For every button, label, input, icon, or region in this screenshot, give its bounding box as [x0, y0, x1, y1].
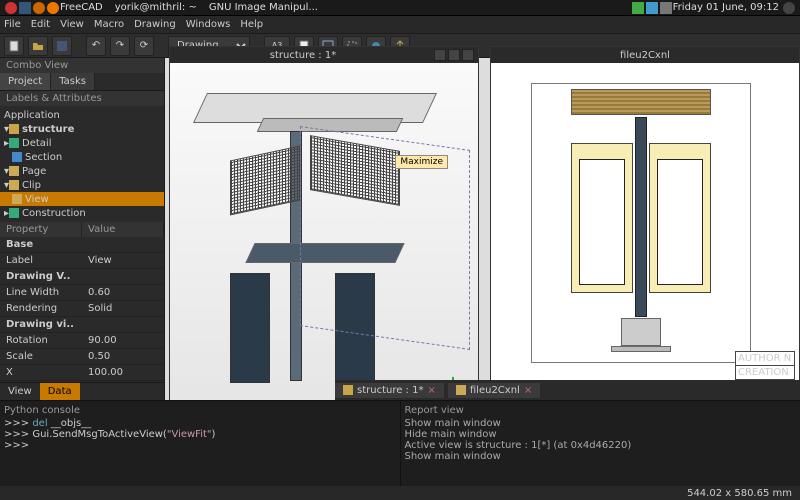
- section-icon: [12, 152, 22, 162]
- undo-icon[interactable]: ↶: [86, 36, 106, 56]
- menu-help[interactable]: Help: [240, 19, 263, 30]
- tree-item[interactable]: ▾ Page: [0, 164, 164, 178]
- tab-tasks[interactable]: Tasks: [51, 73, 95, 90]
- prop-key: Rendering: [0, 301, 82, 316]
- doc-tab[interactable]: structure : 1*×: [335, 383, 444, 398]
- menubar: File Edit View Macro Drawing Windows Hel…: [0, 16, 800, 34]
- panel-title: Report view: [405, 403, 797, 418]
- prop-key: Scale: [0, 349, 82, 364]
- system-panel: FreeCAD yorik@mithril: ~ GNU Image Manip…: [0, 0, 800, 16]
- prop-key: Rotation: [0, 333, 82, 348]
- tree-header: Labels & Attributes: [0, 91, 164, 106]
- browser-icon[interactable]: [33, 2, 45, 14]
- redo-icon[interactable]: ↷: [110, 36, 130, 56]
- menu-drawing[interactable]: Drawing: [134, 19, 176, 30]
- view-icon: [12, 194, 22, 204]
- tab-project[interactable]: Project: [0, 73, 51, 90]
- doc-icon: [343, 385, 353, 395]
- statusbar: 544.02 x 580.65 mm: [0, 486, 800, 500]
- open-icon[interactable]: [28, 36, 48, 56]
- col-property: Property: [0, 222, 82, 237]
- 3d-viewport[interactable]: Maximize: [170, 63, 478, 413]
- menu-macro[interactable]: Macro: [94, 19, 124, 30]
- prop-value[interactable]: 100.00: [82, 365, 164, 380]
- panel-title: Python console: [4, 403, 396, 418]
- tree-item[interactable]: Section: [0, 150, 164, 164]
- tree-item-selected[interactable]: View: [0, 192, 164, 206]
- distro-icon[interactable]: [5, 2, 17, 14]
- tree-root[interactable]: Application: [0, 108, 164, 122]
- doc-icon: [9, 124, 19, 134]
- log-line: Active view is structure : 1[*] (at 0x4d…: [405, 440, 797, 451]
- prop-group: Drawing vi..: [0, 317, 82, 332]
- menu-file[interactable]: File: [4, 19, 21, 30]
- taskbar-app[interactable]: GNU Image Manipul...: [209, 2, 318, 13]
- clip-icon: [9, 180, 19, 190]
- minimize-button[interactable]: [434, 49, 446, 61]
- combo-view-panel: Combo View Project Tasks Labels & Attrib…: [0, 58, 165, 400]
- group-icon: [9, 138, 19, 148]
- refresh-icon[interactable]: ⟳: [134, 36, 154, 56]
- prop-group: Drawing V..: [0, 269, 82, 284]
- close-button[interactable]: [462, 49, 474, 61]
- window-titlebar[interactable]: structure : 1*: [170, 47, 478, 63]
- panel-title: Combo View: [0, 58, 164, 73]
- tab-view[interactable]: View: [0, 383, 40, 400]
- taskbar-app[interactable]: FreeCAD: [60, 2, 103, 13]
- menu-view[interactable]: View: [60, 19, 84, 30]
- prop-value[interactable]: 90.00: [82, 333, 164, 348]
- tree-item[interactable]: ▾ Clip: [0, 178, 164, 192]
- clock[interactable]: Friday 01 June, 09:12: [673, 2, 779, 13]
- log-line: Show main window: [405, 451, 797, 462]
- tree-item[interactable]: ▸ Detail: [0, 136, 164, 150]
- prop-value[interactable]: View: [82, 253, 164, 268]
- status-dimensions: 544.02 x 580.65 mm: [687, 488, 792, 499]
- menu-edit[interactable]: Edit: [31, 19, 50, 30]
- tray-icon[interactable]: [632, 2, 644, 14]
- blender-icon[interactable]: [47, 2, 59, 14]
- prop-group: Base: [0, 237, 82, 252]
- prop-key: Line Width: [0, 285, 82, 300]
- close-icon[interactable]: ×: [524, 385, 532, 396]
- tree-item[interactable]: ▸ Construction: [0, 206, 164, 220]
- prop-value[interactable]: Solid: [82, 301, 164, 316]
- new-icon[interactable]: [4, 36, 24, 56]
- menu-windows[interactable]: Windows: [186, 19, 231, 30]
- log-line: Show main window: [405, 418, 797, 429]
- log-line: Hide main window: [405, 429, 797, 440]
- group-icon: [9, 208, 19, 218]
- save-icon[interactable]: [52, 36, 72, 56]
- report-view[interactable]: Report view Show main window Hide main w…: [401, 401, 800, 486]
- power-icon[interactable]: [783, 2, 795, 14]
- prop-key: Label: [0, 253, 82, 268]
- document-tabs: structure : 1*× fileu2Cxnl×: [335, 380, 800, 400]
- python-console[interactable]: Python console >>> del __objs__ >>> Gui.…: [0, 401, 401, 486]
- mdi-area: structure : 1* Maximize: [165, 58, 800, 400]
- tooltip: Maximize: [395, 155, 448, 169]
- page-icon: [9, 166, 19, 176]
- col-value: Value: [82, 222, 164, 237]
- prop-value[interactable]: 0.50: [82, 349, 164, 364]
- model-tree[interactable]: Application ▾ structure ▸ Detail Section…: [0, 106, 164, 222]
- tab-data[interactable]: Data: [40, 383, 80, 400]
- window-3d[interactable]: structure : 1* Maximize: [169, 46, 479, 414]
- tree-doc[interactable]: ▾ structure: [0, 122, 164, 136]
- prop-key: X: [0, 365, 82, 380]
- prop-value[interactable]: 0.60: [82, 285, 164, 300]
- tray-icon[interactable]: [660, 2, 672, 14]
- drawing-viewport[interactable]: AUTHOR N CREATION SUPERVIS CHECK DA: [491, 63, 799, 413]
- maximize-button[interactable]: [448, 49, 460, 61]
- files-icon[interactable]: [19, 2, 31, 14]
- window-title: fileu2Cxnl: [495, 50, 795, 61]
- doc-tab[interactable]: fileu2Cxnl×: [448, 383, 540, 398]
- property-panel: PropertyValue Base LabelView Drawing V..…: [0, 222, 164, 382]
- window-titlebar[interactable]: fileu2Cxnl: [491, 47, 799, 63]
- tray-icon[interactable]: [646, 2, 658, 14]
- doc-icon: [456, 385, 466, 395]
- taskbar-app[interactable]: yorik@mithril: ~: [115, 2, 197, 13]
- window-drawing[interactable]: fileu2Cxnl AUTHOR N CREATION S: [490, 46, 800, 414]
- window-title: structure : 1*: [174, 50, 432, 61]
- close-icon[interactable]: ×: [427, 385, 435, 396]
